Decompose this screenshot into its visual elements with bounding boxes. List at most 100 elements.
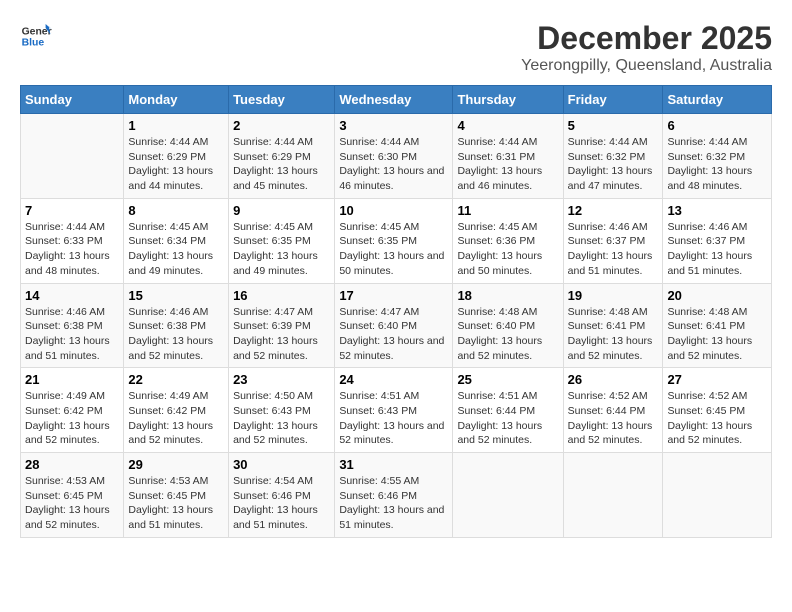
day-info: Sunrise: 4:55 AMSunset: 6:46 PMDaylight:…	[339, 475, 444, 531]
cell-week2-day5: 12 Sunrise: 4:46 AMSunset: 6:37 PMDaylig…	[563, 198, 663, 283]
cell-week2-day0: 7 Sunrise: 4:44 AMSunset: 6:33 PMDayligh…	[21, 198, 124, 283]
cell-week5-day3: 31 Sunrise: 4:55 AMSunset: 6:46 PMDaylig…	[335, 453, 453, 538]
cell-week3-day4: 18 Sunrise: 4:48 AMSunset: 6:40 PMDaylig…	[453, 283, 563, 368]
day-number: 13	[667, 203, 767, 218]
header-saturday: Saturday	[663, 86, 772, 114]
day-number: 4	[457, 118, 558, 133]
header-row: Sunday Monday Tuesday Wednesday Thursday…	[21, 86, 772, 114]
day-info: Sunrise: 4:45 AMSunset: 6:35 PMDaylight:…	[233, 221, 318, 277]
cell-week2-day4: 11 Sunrise: 4:45 AMSunset: 6:36 PMDaylig…	[453, 198, 563, 283]
svg-text:Blue: Blue	[22, 38, 45, 49]
main-title: December 2025	[521, 20, 772, 57]
day-info: Sunrise: 4:46 AMSunset: 6:37 PMDaylight:…	[568, 221, 653, 277]
day-info: Sunrise: 4:45 AMSunset: 6:35 PMDaylight:…	[339, 221, 444, 277]
day-number: 26	[568, 372, 659, 387]
cell-week1-day6: 6 Sunrise: 4:44 AMSunset: 6:32 PMDayligh…	[663, 114, 772, 199]
day-number: 8	[128, 203, 224, 218]
day-number: 5	[568, 118, 659, 133]
day-number: 27	[667, 372, 767, 387]
day-number: 1	[128, 118, 224, 133]
day-info: Sunrise: 4:53 AMSunset: 6:45 PMDaylight:…	[25, 475, 110, 531]
day-number: 11	[457, 203, 558, 218]
cell-week2-day6: 13 Sunrise: 4:46 AMSunset: 6:37 PMDaylig…	[663, 198, 772, 283]
day-number: 18	[457, 288, 558, 303]
header-thursday: Thursday	[453, 86, 563, 114]
day-info: Sunrise: 4:47 AMSunset: 6:40 PMDaylight:…	[339, 306, 444, 362]
cell-week1-day1: 1 Sunrise: 4:44 AMSunset: 6:29 PMDayligh…	[124, 114, 229, 199]
calendar-body: 1 Sunrise: 4:44 AMSunset: 6:29 PMDayligh…	[21, 114, 772, 538]
day-info: Sunrise: 4:45 AMSunset: 6:36 PMDaylight:…	[457, 221, 542, 277]
day-info: Sunrise: 4:44 AMSunset: 6:29 PMDaylight:…	[233, 136, 318, 192]
day-number: 24	[339, 372, 448, 387]
cell-week4-day6: 27 Sunrise: 4:52 AMSunset: 6:45 PMDaylig…	[663, 368, 772, 453]
cell-week4-day5: 26 Sunrise: 4:52 AMSunset: 6:44 PMDaylig…	[563, 368, 663, 453]
cell-week4-day1: 22 Sunrise: 4:49 AMSunset: 6:42 PMDaylig…	[124, 368, 229, 453]
day-info: Sunrise: 4:49 AMSunset: 6:42 PMDaylight:…	[25, 390, 110, 446]
day-number: 6	[667, 118, 767, 133]
day-number: 31	[339, 457, 448, 472]
day-number: 30	[233, 457, 330, 472]
day-info: Sunrise: 4:44 AMSunset: 6:30 PMDaylight:…	[339, 136, 444, 192]
day-number: 19	[568, 288, 659, 303]
week-row-4: 21 Sunrise: 4:49 AMSunset: 6:42 PMDaylig…	[21, 368, 772, 453]
header-sunday: Sunday	[21, 86, 124, 114]
cell-week2-day2: 9 Sunrise: 4:45 AMSunset: 6:35 PMDayligh…	[229, 198, 335, 283]
logo: General Blue	[20, 20, 52, 52]
week-row-1: 1 Sunrise: 4:44 AMSunset: 6:29 PMDayligh…	[21, 114, 772, 199]
cell-week1-day3: 3 Sunrise: 4:44 AMSunset: 6:30 PMDayligh…	[335, 114, 453, 199]
day-info: Sunrise: 4:52 AMSunset: 6:44 PMDaylight:…	[568, 390, 653, 446]
day-number: 20	[667, 288, 767, 303]
cell-week4-day4: 25 Sunrise: 4:51 AMSunset: 6:44 PMDaylig…	[453, 368, 563, 453]
day-info: Sunrise: 4:49 AMSunset: 6:42 PMDaylight:…	[128, 390, 213, 446]
day-number: 23	[233, 372, 330, 387]
day-info: Sunrise: 4:44 AMSunset: 6:31 PMDaylight:…	[457, 136, 542, 192]
cell-week1-day4: 4 Sunrise: 4:44 AMSunset: 6:31 PMDayligh…	[453, 114, 563, 199]
header-monday: Monday	[124, 86, 229, 114]
day-number: 17	[339, 288, 448, 303]
cell-week2-day1: 8 Sunrise: 4:45 AMSunset: 6:34 PMDayligh…	[124, 198, 229, 283]
day-info: Sunrise: 4:44 AMSunset: 6:29 PMDaylight:…	[128, 136, 213, 192]
cell-week1-day0	[21, 114, 124, 199]
day-info: Sunrise: 4:53 AMSunset: 6:45 PMDaylight:…	[128, 475, 213, 531]
header-wednesday: Wednesday	[335, 86, 453, 114]
day-info: Sunrise: 4:45 AMSunset: 6:34 PMDaylight:…	[128, 221, 213, 277]
title-area: December 2025 Yeerongpilly, Queensland, …	[521, 20, 772, 75]
cell-week5-day1: 29 Sunrise: 4:53 AMSunset: 6:45 PMDaylig…	[124, 453, 229, 538]
day-info: Sunrise: 4:44 AMSunset: 6:32 PMDaylight:…	[667, 136, 752, 192]
day-number: 3	[339, 118, 448, 133]
week-row-3: 14 Sunrise: 4:46 AMSunset: 6:38 PMDaylig…	[21, 283, 772, 368]
day-info: Sunrise: 4:46 AMSunset: 6:38 PMDaylight:…	[25, 306, 110, 362]
day-number: 2	[233, 118, 330, 133]
cell-week3-day5: 19 Sunrise: 4:48 AMSunset: 6:41 PMDaylig…	[563, 283, 663, 368]
cell-week5-day0: 28 Sunrise: 4:53 AMSunset: 6:45 PMDaylig…	[21, 453, 124, 538]
cell-week4-day0: 21 Sunrise: 4:49 AMSunset: 6:42 PMDaylig…	[21, 368, 124, 453]
cell-week1-day2: 2 Sunrise: 4:44 AMSunset: 6:29 PMDayligh…	[229, 114, 335, 199]
day-info: Sunrise: 4:51 AMSunset: 6:43 PMDaylight:…	[339, 390, 444, 446]
day-number: 21	[25, 372, 119, 387]
day-number: 22	[128, 372, 224, 387]
calendar-header: Sunday Monday Tuesday Wednesday Thursday…	[21, 86, 772, 114]
day-number: 10	[339, 203, 448, 218]
day-info: Sunrise: 4:44 AMSunset: 6:32 PMDaylight:…	[568, 136, 653, 192]
cell-week3-day6: 20 Sunrise: 4:48 AMSunset: 6:41 PMDaylig…	[663, 283, 772, 368]
cell-week3-day3: 17 Sunrise: 4:47 AMSunset: 6:40 PMDaylig…	[335, 283, 453, 368]
header-tuesday: Tuesday	[229, 86, 335, 114]
day-info: Sunrise: 4:44 AMSunset: 6:33 PMDaylight:…	[25, 221, 110, 277]
day-info: Sunrise: 4:54 AMSunset: 6:46 PMDaylight:…	[233, 475, 318, 531]
day-number: 14	[25, 288, 119, 303]
day-info: Sunrise: 4:50 AMSunset: 6:43 PMDaylight:…	[233, 390, 318, 446]
cell-week5-day4	[453, 453, 563, 538]
day-number: 28	[25, 457, 119, 472]
day-info: Sunrise: 4:48 AMSunset: 6:40 PMDaylight:…	[457, 306, 542, 362]
header-friday: Friday	[563, 86, 663, 114]
logo-icon: General Blue	[20, 20, 52, 52]
day-number: 7	[25, 203, 119, 218]
day-info: Sunrise: 4:52 AMSunset: 6:45 PMDaylight:…	[667, 390, 752, 446]
cell-week3-day2: 16 Sunrise: 4:47 AMSunset: 6:39 PMDaylig…	[229, 283, 335, 368]
cell-week4-day3: 24 Sunrise: 4:51 AMSunset: 6:43 PMDaylig…	[335, 368, 453, 453]
day-info: Sunrise: 4:46 AMSunset: 6:37 PMDaylight:…	[667, 221, 752, 277]
sub-title: Yeerongpilly, Queensland, Australia	[521, 57, 772, 75]
cell-week4-day2: 23 Sunrise: 4:50 AMSunset: 6:43 PMDaylig…	[229, 368, 335, 453]
day-info: Sunrise: 4:51 AMSunset: 6:44 PMDaylight:…	[457, 390, 542, 446]
header: General Blue December 2025 Yeerongpilly,…	[20, 20, 772, 75]
